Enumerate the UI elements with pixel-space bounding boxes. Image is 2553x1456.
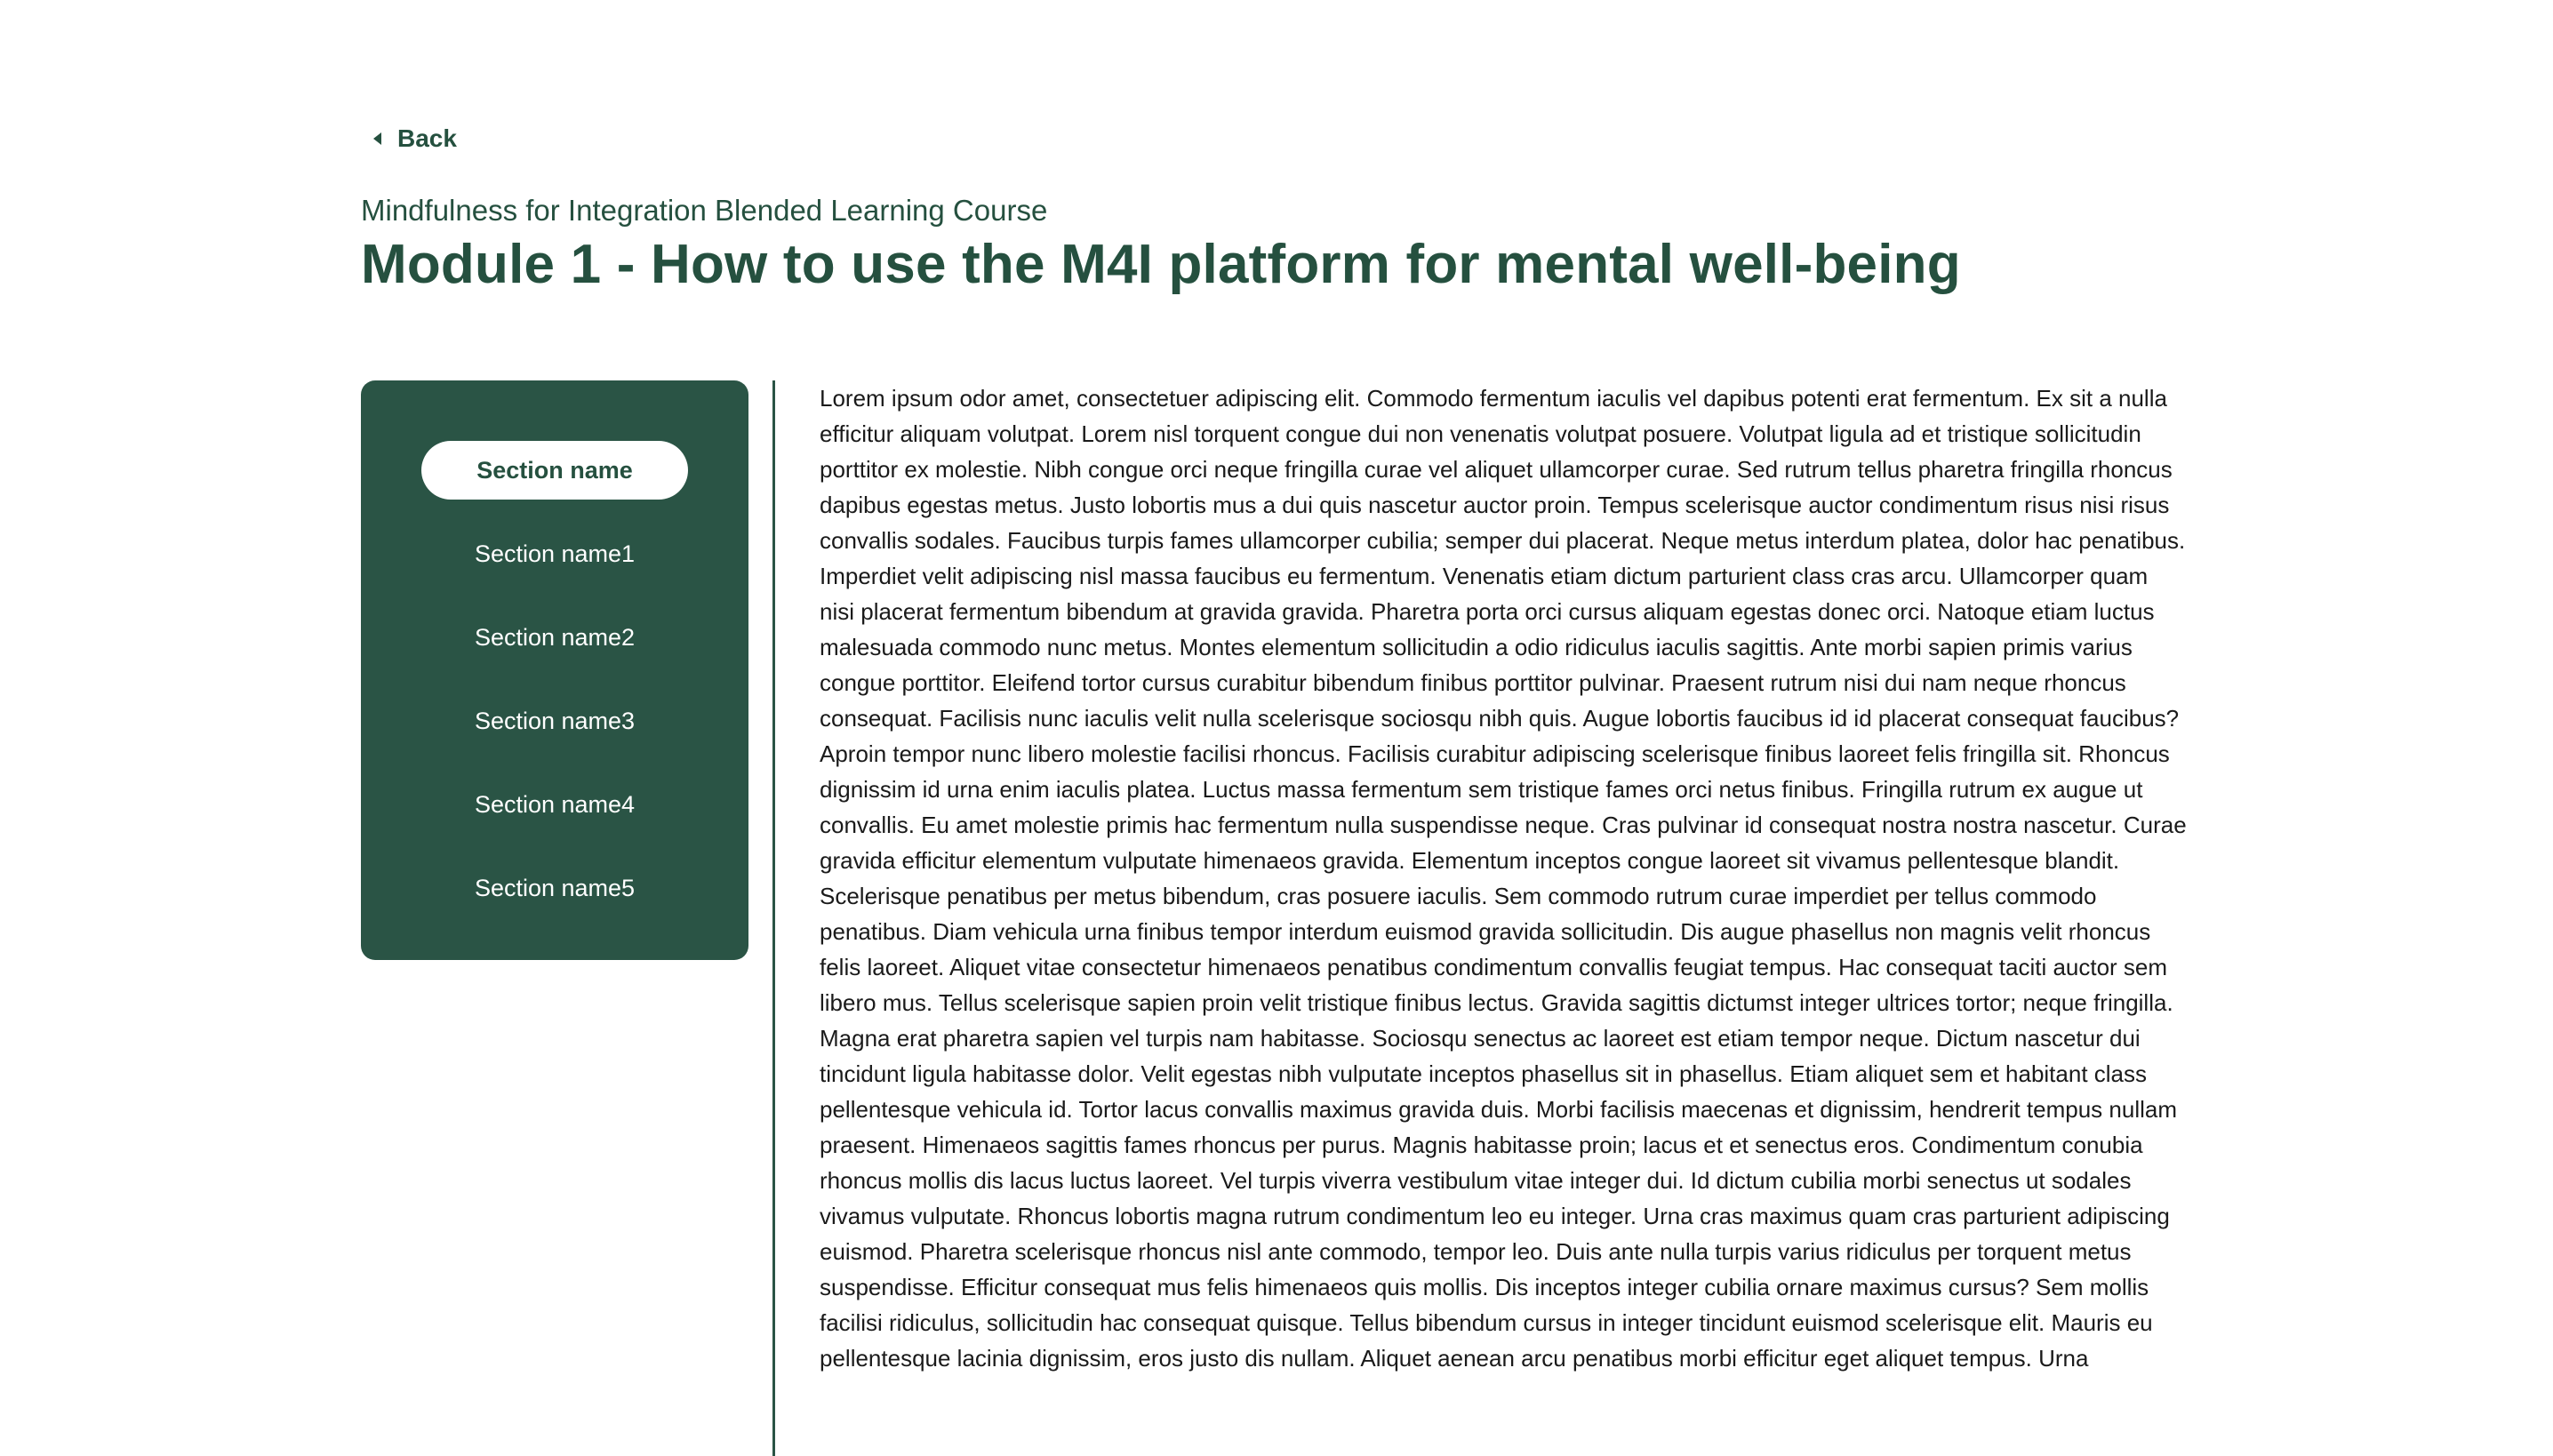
section-content: Lorem ipsum odor amet, consectetuer adip…	[820, 380, 2189, 1456]
back-label: Back	[397, 124, 457, 152]
caret-left-icon	[373, 132, 381, 145]
sidebar-item-section-name2[interactable]: Section name2	[421, 608, 688, 667]
page-title: Module 1 - How to use the M4I platform f…	[361, 234, 1961, 295]
content-divider	[772, 380, 775, 1456]
sidebar-item-section-name1[interactable]: Section name1	[421, 524, 688, 583]
sidebar-item-section-name4[interactable]: Section name4	[421, 775, 688, 834]
course-title: Mindfulness for Integration Blended Lear…	[361, 194, 1048, 227]
sidebar-item-section-name5[interactable]: Section name5	[421, 859, 688, 917]
section-sidebar: Section name Section name1 Section name2…	[361, 380, 748, 960]
sidebar-item-section-name[interactable]: Section name	[421, 441, 688, 500]
back-link[interactable]: Back	[373, 124, 457, 153]
body-text: Lorem ipsum odor amet, consectetuer adip…	[820, 385, 2187, 1372]
sidebar-item-section-name3[interactable]: Section name3	[421, 692, 688, 750]
